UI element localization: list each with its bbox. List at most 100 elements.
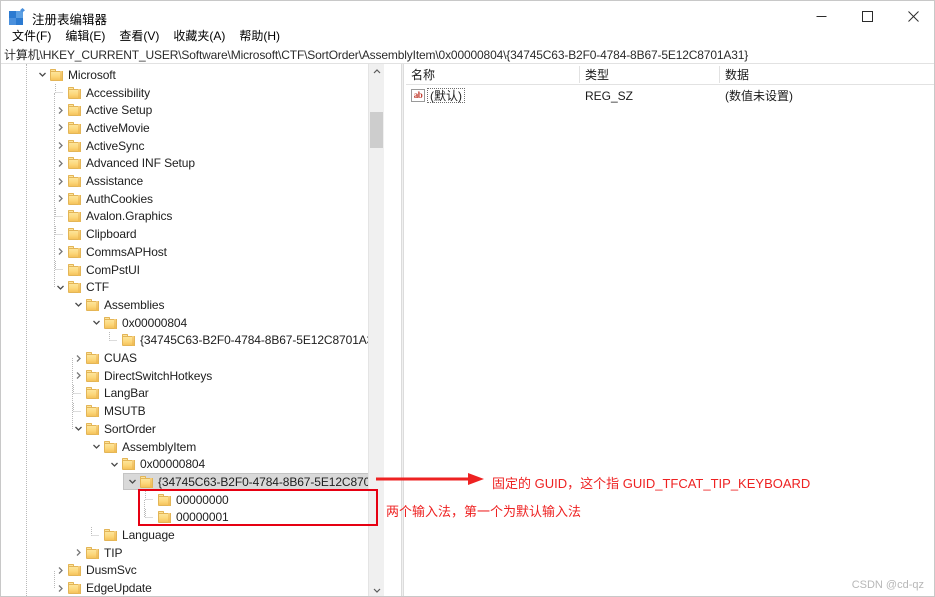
- registry-editor-icon: [9, 8, 26, 25]
- menu-file[interactable]: 文件(F): [5, 24, 58, 47]
- tree-item-row[interactable]: CTF: [51, 279, 114, 296]
- chevron-right-icon[interactable]: [70, 544, 86, 561]
- tree-item[interactable]: CUAS: [69, 349, 142, 367]
- tree-item[interactable]: Clipboard: [51, 225, 141, 243]
- tree-item[interactable]: {34745C63-B2F0-4784-8B67-5E12C8701A31}: [123, 473, 384, 491]
- address-bar[interactable]: 计算机\HKEY_CURRENT_USER\Software\Microsoft…: [1, 46, 934, 64]
- tree-item[interactable]: TIP: [69, 544, 127, 562]
- tree-item[interactable]: Accessibility: [51, 84, 155, 102]
- tree-item-label: LangBar: [104, 386, 149, 401]
- tree-item[interactable]: AuthCookies: [51, 190, 158, 208]
- tree-item[interactable]: SortOrder: [69, 420, 161, 438]
- tree-item-label: DirectSwitchHotkeys: [104, 368, 213, 383]
- tree-item-label: Assistance: [86, 174, 144, 189]
- menu-edit[interactable]: 编辑(E): [58, 24, 112, 47]
- tree-item[interactable]: Assemblies: [69, 296, 169, 314]
- tree-item-row[interactable]: Active Setup: [51, 102, 157, 119]
- tree-item[interactable]: MSUTB: [69, 402, 151, 420]
- tree-item[interactable]: Avalon.Graphics: [51, 207, 177, 226]
- address-bar-path: 计算机\HKEY_CURRENT_USER\Software\Microsoft…: [4, 48, 749, 62]
- tree-item[interactable]: Advanced INF Setup: [51, 155, 200, 173]
- chevron-down-icon[interactable]: [34, 66, 50, 83]
- tree-item-row[interactable]: Clipboard: [51, 225, 141, 243]
- menu-help[interactable]: 帮助(H): [232, 24, 287, 47]
- tree-item-row[interactable]: AuthCookies: [51, 190, 158, 207]
- tree-item-row[interactable]: Assemblies: [69, 296, 169, 313]
- tree-item-row[interactable]: TIP: [69, 544, 127, 561]
- tree-item-row[interactable]: MSUTB: [69, 402, 151, 420]
- tree-item-row[interactable]: 00000001: [141, 508, 234, 526]
- chevron-down-icon[interactable]: [88, 314, 104, 331]
- chevron-down-icon[interactable]: [124, 473, 140, 490]
- menu-favorites[interactable]: 收藏夹(A): [166, 24, 232, 47]
- tree-item[interactable]: Microsoft: [33, 66, 121, 84]
- tree-item-row[interactable]: 0x00000804: [87, 314, 192, 331]
- tree-item-row[interactable]: Advanced INF Setup: [51, 155, 200, 172]
- tree-item-row[interactable]: CUAS: [69, 350, 142, 367]
- tree-item-row[interactable]: DirectSwitchHotkeys: [69, 367, 217, 384]
- tree-item[interactable]: 0x00000804: [105, 455, 210, 473]
- tree-item-label: ComPstUI: [86, 262, 140, 277]
- tree-item[interactable]: Language: [87, 526, 180, 544]
- value-name-cell[interactable]: (默认): [427, 88, 465, 103]
- scroll-down-icon[interactable]: [369, 582, 384, 596]
- tree-item-row[interactable]: Microsoft: [33, 66, 121, 83]
- tree-item-row[interactable]: ActiveSync: [51, 137, 149, 154]
- tree-item[interactable]: ActiveSync: [51, 137, 149, 155]
- column-header-name[interactable]: 名称: [406, 64, 579, 84]
- tree-item-row[interactable]: Assistance: [51, 173, 148, 190]
- tree-item[interactable]: Assistance: [51, 172, 148, 190]
- tree-item-label: Accessibility: [86, 85, 151, 100]
- tree-item-label: SortOrder: [104, 421, 156, 436]
- tree-item[interactable]: ComPstUI: [51, 261, 145, 279]
- tree-item-row[interactable]: {34745C63-B2F0-4784-8B67-5E12C8701A31}: [123, 473, 384, 491]
- tree-item-row[interactable]: Accessibility: [51, 84, 155, 101]
- tree-item-row[interactable]: Avalon.Graphics: [51, 207, 177, 225]
- tree-item[interactable]: EdgeUpdate: [51, 579, 157, 596]
- folder-icon: [68, 281, 81, 294]
- scroll-up-icon[interactable]: [369, 64, 384, 80]
- table-row[interactable]: ab (默认) REG_SZ (数值未设置): [406, 86, 934, 105]
- tree-item[interactable]: 0x00000804: [87, 314, 192, 332]
- tree-item-row[interactable]: ComPstUI: [51, 261, 145, 278]
- tree-item-row[interactable]: {34745C63-B2F0-4784-8B67-5E12C8701A31}: [105, 331, 384, 349]
- tree-item-label: Avalon.Graphics: [86, 209, 173, 224]
- tree-item-row[interactable]: 0x00000804: [105, 456, 210, 473]
- tree-item[interactable]: {34745C63-B2F0-4784-8B67-5E12C8701A31}: [105, 331, 384, 350]
- tree-item-row[interactable]: LangBar: [69, 384, 154, 402]
- tree-item[interactable]: 00000001: [141, 508, 234, 527]
- tree-item[interactable]: DirectSwitchHotkeys: [69, 367, 217, 385]
- tree-item-row[interactable]: AssemblyItem: [87, 438, 201, 455]
- tree-item-label: Microsoft: [68, 67, 116, 82]
- folder-icon: [68, 121, 81, 134]
- tree-vertical-scrollbar[interactable]: [368, 64, 384, 596]
- tree-item-row[interactable]: Language: [87, 526, 180, 544]
- tree-item[interactable]: Active Setup: [51, 101, 157, 119]
- tree-item-row[interactable]: EdgeUpdate: [51, 580, 157, 596]
- folder-icon: [122, 334, 135, 347]
- tree-item[interactable]: AssemblyItem: [87, 438, 201, 456]
- tree-item-row[interactable]: CommsAPHost: [51, 243, 172, 260]
- chevron-down-icon[interactable]: [88, 438, 104, 455]
- tree-item-row[interactable]: SortOrder: [69, 420, 161, 437]
- tree-item-label: Language: [122, 528, 175, 543]
- tree-item-row[interactable]: DusmSvc: [51, 562, 142, 579]
- tree-item[interactable]: ActiveMovie: [51, 119, 155, 137]
- menu-view[interactable]: 查看(V): [112, 24, 166, 47]
- tree-item-row[interactable]: 00000000: [141, 491, 234, 508]
- chevron-down-icon[interactable]: [70, 296, 86, 313]
- tree-item[interactable]: LangBar: [69, 384, 154, 403]
- column-header-type[interactable]: 类型: [580, 64, 719, 84]
- column-header-data[interactable]: 数据: [720, 64, 934, 84]
- chevron-down-icon[interactable]: [106, 456, 122, 473]
- tree-item-label: Clipboard: [86, 227, 137, 242]
- scrollbar-thumb[interactable]: [370, 112, 383, 148]
- tree-item[interactable]: CTF: [51, 278, 114, 296]
- tree-item[interactable]: 00000000: [141, 491, 234, 509]
- folder-icon: [68, 263, 81, 276]
- folder-icon: [86, 298, 99, 311]
- tree-item-label: {34745C63-B2F0-4784-8B67-5E12C8701A31}: [140, 333, 384, 348]
- tree-item[interactable]: CommsAPHost: [51, 243, 172, 261]
- tree-item[interactable]: DusmSvc: [51, 562, 142, 580]
- tree-item-row[interactable]: ActiveMovie: [51, 119, 155, 136]
